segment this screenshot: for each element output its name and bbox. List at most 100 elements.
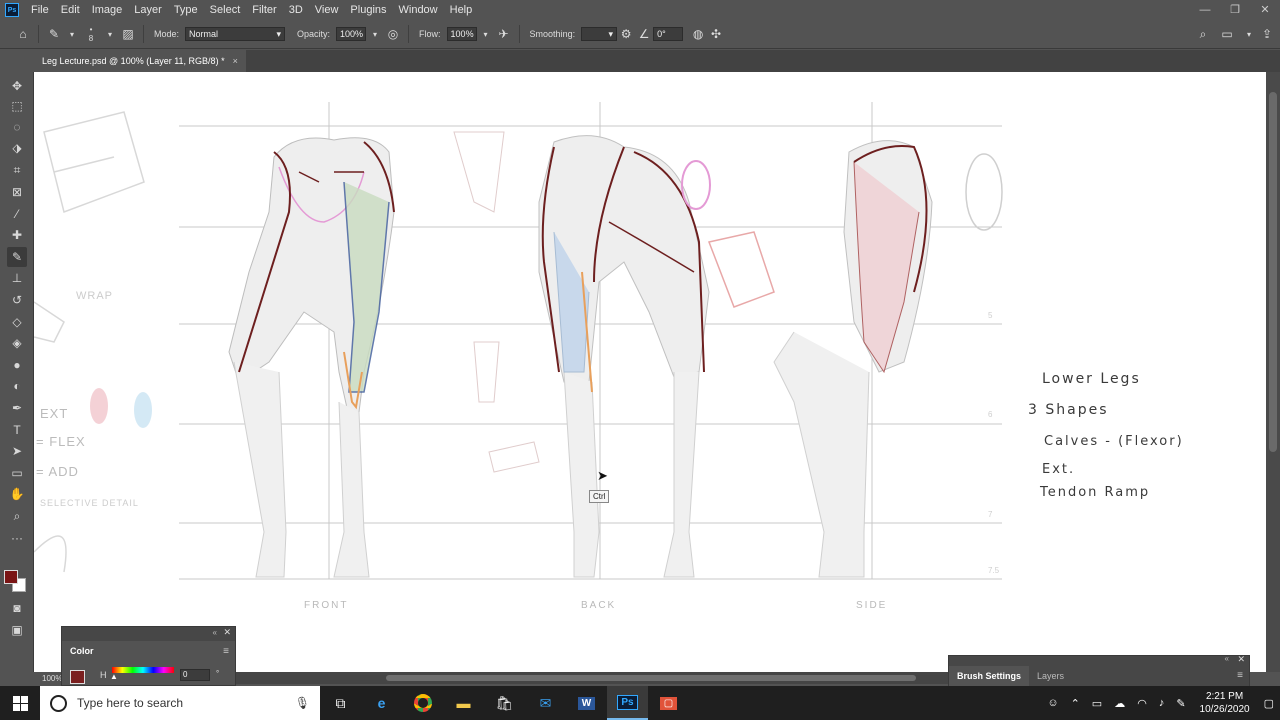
foreground-color-swatch[interactable] bbox=[4, 570, 18, 584]
collapse-icon[interactable]: « bbox=[1225, 654, 1229, 663]
file-explorer-icon[interactable]: ▬ bbox=[443, 686, 484, 720]
volume-icon[interactable]: ♪ bbox=[1153, 697, 1171, 709]
menu-view[interactable]: View bbox=[309, 4, 345, 16]
object-selection-tool-icon[interactable]: ⬗ bbox=[7, 138, 27, 158]
people-icon[interactable]: ☺ bbox=[1041, 697, 1064, 709]
mode-select[interactable]: Normal ▾ bbox=[185, 27, 286, 41]
flow-input[interactable]: 100% bbox=[446, 27, 477, 41]
eyedropper-tool-icon[interactable]: ⁄ bbox=[7, 204, 27, 224]
brush-preset-picker[interactable]: • 8 bbox=[81, 25, 101, 43]
hue-input[interactable]: 0 bbox=[180, 669, 210, 681]
store-icon[interactable]: 🛍 bbox=[484, 686, 525, 720]
screen-recorder-icon[interactable]: ▢ bbox=[648, 686, 689, 720]
close-window-icon[interactable]: ✕ bbox=[1250, 0, 1280, 20]
minimize-icon[interactable]: — bbox=[1190, 0, 1220, 20]
marquee-tool-icon[interactable]: ⬚ bbox=[7, 96, 27, 116]
menu-filter[interactable]: Filter bbox=[246, 4, 282, 16]
edge-icon[interactable]: e bbox=[361, 686, 402, 720]
photoshop-logo-icon[interactable]: Ps bbox=[5, 3, 19, 17]
horizontal-scrollbar[interactable] bbox=[236, 672, 948, 684]
crop-tool-icon[interactable]: ⌗ bbox=[7, 160, 27, 180]
opacity-input[interactable]: 100% bbox=[336, 27, 367, 41]
current-color-swatch[interactable] bbox=[70, 670, 85, 684]
wifi-icon[interactable]: ◠ bbox=[1131, 697, 1153, 710]
workspace-icon[interactable]: ▭ bbox=[1218, 27, 1236, 41]
show-hidden-icons-chevron-icon[interactable]: ⌃ bbox=[1065, 697, 1086, 710]
microphone-icon[interactable]: 🎙 bbox=[295, 696, 310, 710]
panel-menu-icon[interactable]: ≡ bbox=[1237, 670, 1243, 681]
menu-help[interactable]: Help bbox=[444, 4, 479, 16]
menu-type[interactable]: Type bbox=[168, 4, 204, 16]
menu-plugins[interactable]: Plugins bbox=[344, 4, 392, 16]
hue-slider-handle-icon[interactable]: ▲ bbox=[110, 672, 118, 681]
home-icon[interactable]: ⌂ bbox=[14, 27, 32, 41]
eraser-tool-icon[interactable]: ◇ bbox=[7, 312, 27, 332]
close-panel-icon[interactable]: ✕ bbox=[1237, 654, 1245, 665]
symmetry-butterfly-icon[interactable]: ✣ bbox=[707, 27, 725, 41]
brush-tool-icon[interactable]: ✎ bbox=[7, 247, 27, 267]
color-panel-tab[interactable]: Color ≡ bbox=[62, 641, 235, 661]
menu-3d[interactable]: 3D bbox=[283, 4, 309, 16]
lasso-tool-icon[interactable]: ◌ bbox=[7, 117, 27, 137]
vertical-scrollbar[interactable] bbox=[1266, 72, 1280, 672]
document-canvas[interactable]: 5 6 7 7.5 FRONT BACK SIDE EXT = FLEX = A… bbox=[34, 72, 1266, 672]
tab-layers[interactable]: Layers bbox=[1029, 666, 1072, 686]
menu-window[interactable]: Window bbox=[393, 4, 444, 16]
menu-edit[interactable]: Edit bbox=[55, 4, 86, 16]
brush-tool-icon[interactable]: ✎ bbox=[45, 27, 63, 41]
clone-stamp-tool-icon[interactable]: ⊥ bbox=[7, 268, 27, 288]
pen-icon[interactable]: ✎ bbox=[1170, 697, 1191, 710]
menu-layer[interactable]: Layer bbox=[128, 4, 168, 16]
notifications-icon[interactable]: ▢ bbox=[1258, 697, 1280, 710]
screen-mode-icon[interactable]: ▣ bbox=[7, 620, 27, 640]
close-panel-icon[interactable]: ✕ bbox=[223, 627, 231, 638]
hue-slider[interactable] bbox=[112, 667, 174, 673]
dodge-tool-icon[interactable]: ◐ bbox=[7, 376, 27, 396]
menu-image[interactable]: Image bbox=[86, 4, 129, 16]
chevron-down-icon[interactable]: ▾ bbox=[63, 30, 81, 39]
quick-mask-icon[interactable]: ◙ bbox=[7, 598, 27, 618]
document-tab[interactable]: Leg Lecture.psd @ 100% (Layer 11, RGB/8)… bbox=[34, 50, 246, 72]
path-selection-tool-icon[interactable]: ➤ bbox=[7, 441, 27, 461]
panel-menu-icon[interactable]: ≡ bbox=[223, 646, 229, 657]
pressure-size-icon[interactable]: ◍ bbox=[689, 27, 707, 41]
healing-brush-tool-icon[interactable]: ✚ bbox=[7, 225, 27, 245]
rectangle-tool-icon[interactable]: ▭ bbox=[7, 463, 27, 483]
chrome-icon[interactable] bbox=[402, 686, 443, 720]
angle-input[interactable]: 0° bbox=[653, 27, 684, 41]
pen-tool-icon[interactable]: ✒ bbox=[7, 398, 27, 418]
paint-bucket-tool-icon[interactable]: ◈ bbox=[7, 333, 27, 353]
close-tab-icon[interactable]: × bbox=[233, 56, 238, 66]
mail-icon[interactable]: ✉ bbox=[525, 686, 566, 720]
history-brush-tool-icon[interactable]: ↺ bbox=[7, 290, 27, 310]
frame-tool-icon[interactable]: ⊠ bbox=[7, 182, 27, 202]
workspace-chevron-icon[interactable]: ▾ bbox=[1240, 30, 1258, 39]
collapse-icon[interactable]: « bbox=[213, 628, 217, 637]
smoothing-settings-gear-icon[interactable]: ⚙ bbox=[617, 27, 635, 41]
move-tool-icon[interactable]: ✥ bbox=[7, 76, 27, 96]
brush-picker-chevron-icon[interactable]: ▾ bbox=[101, 30, 119, 39]
search-icon[interactable]: ⌕ bbox=[1194, 27, 1212, 42]
blur-tool-icon[interactable]: ● bbox=[7, 355, 27, 375]
opacity-slider-chevron-icon[interactable]: ▾ bbox=[366, 30, 384, 39]
task-view-icon[interactable]: ⧉ bbox=[320, 686, 361, 720]
hand-tool-icon[interactable]: ✋ bbox=[7, 484, 27, 504]
menu-select[interactable]: Select bbox=[204, 4, 247, 16]
brush-settings-toggle-icon[interactable]: ▨ bbox=[119, 27, 137, 41]
airbrush-icon[interactable]: ✈ bbox=[495, 27, 513, 41]
vertical-scroll-thumb[interactable] bbox=[1269, 92, 1277, 452]
share-icon[interactable]: ⇪ bbox=[1258, 27, 1276, 41]
pressure-opacity-icon[interactable]: ◎ bbox=[384, 27, 402, 41]
smoothing-input[interactable]: ▾ bbox=[581, 27, 618, 41]
tab-brush-settings[interactable]: Brush Settings bbox=[949, 666, 1030, 686]
type-tool-icon[interactable]: T bbox=[7, 420, 27, 440]
horizontal-scroll-thumb[interactable] bbox=[386, 675, 916, 681]
onedrive-icon[interactable]: ☁ bbox=[1108, 697, 1131, 710]
flow-slider-chevron-icon[interactable]: ▾ bbox=[477, 30, 495, 39]
restore-icon[interactable]: ❐ bbox=[1220, 0, 1250, 20]
taskbar-search-box[interactable]: Type here to search 🎙 bbox=[40, 686, 320, 720]
battery-icon[interactable]: ▭ bbox=[1086, 697, 1108, 710]
zoom-tool-icon[interactable]: ⌕ bbox=[7, 506, 27, 526]
menu-file[interactable]: File bbox=[25, 4, 55, 16]
taskbar-clock[interactable]: 2:21 PM 10/26/2020 bbox=[1192, 690, 1258, 716]
